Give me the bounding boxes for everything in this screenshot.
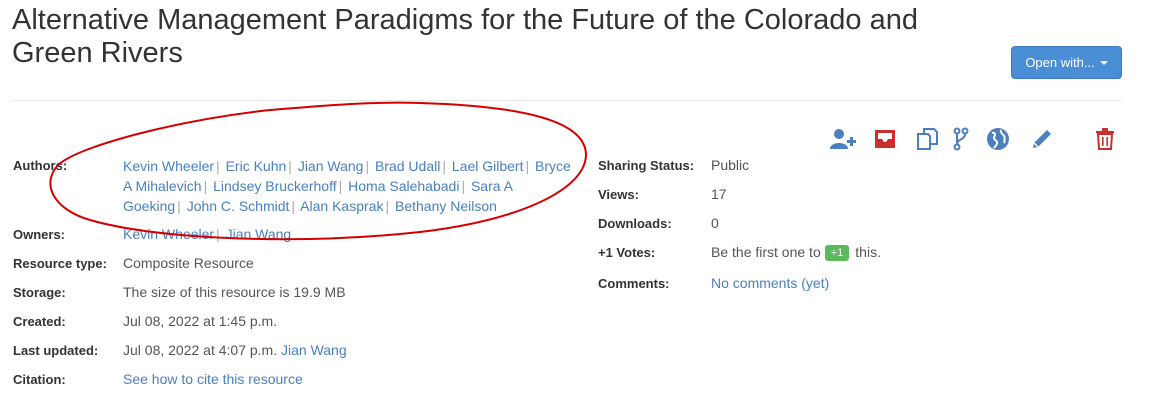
add-user-icon[interactable] bbox=[830, 126, 856, 152]
citation-link[interactable]: See how to cite this resource bbox=[123, 371, 303, 387]
comments-link[interactable]: No comments (yet) bbox=[711, 275, 829, 291]
views-label: Views: bbox=[598, 187, 639, 202]
owners-label: Owners: bbox=[13, 227, 66, 242]
last-updated-value: Jul 08, 2022 at 4:07 p.m. Jian Wang bbox=[123, 342, 347, 358]
last-updated-date: Jul 08, 2022 at 4:07 p.m. bbox=[123, 342, 278, 358]
author-link[interactable]: Jian Wang bbox=[298, 158, 364, 174]
votes-suffix: this. bbox=[855, 244, 881, 260]
author-link[interactable]: Lindsey Bruckerhoff bbox=[213, 178, 336, 194]
inbox-icon[interactable] bbox=[872, 126, 898, 152]
downloads-value: 0 bbox=[711, 215, 719, 231]
owners-list: Kevin Wheeler | Jian Wang bbox=[123, 226, 292, 242]
authors-list: Kevin Wheeler | Eric Kuhn | Jian Wang | Bra… bbox=[123, 158, 571, 214]
downloads-label: Downloads: bbox=[598, 216, 672, 231]
last-updated-label: Last updated: bbox=[13, 343, 99, 358]
owner-link[interactable]: Jian Wang bbox=[226, 226, 292, 242]
globe-icon[interactable] bbox=[985, 126, 1011, 152]
author-link[interactable]: Bethany Neilson bbox=[395, 198, 497, 214]
created-label: Created: bbox=[13, 314, 66, 329]
plus-one-button[interactable]: +1 bbox=[824, 245, 850, 262]
authors-label: Authors: bbox=[13, 158, 68, 173]
storage-label: Storage: bbox=[13, 285, 66, 300]
edit-icon[interactable] bbox=[1029, 126, 1055, 152]
page-title: Alternative Management Paradigms for the… bbox=[12, 4, 918, 69]
author-link[interactable]: Brad Udall bbox=[375, 158, 440, 174]
comments-label: Comments: bbox=[598, 276, 670, 291]
author-link[interactable]: Eric Kuhn bbox=[226, 158, 287, 174]
created-value: Jul 08, 2022 at 1:45 p.m. bbox=[123, 313, 278, 329]
resource-type-value: Composite Resource bbox=[123, 255, 254, 271]
author-link[interactable]: Lael Gilbert bbox=[452, 158, 524, 174]
resource-type-label: Resource type: bbox=[13, 256, 107, 271]
fork-icon[interactable] bbox=[948, 126, 974, 152]
divider bbox=[12, 100, 1122, 101]
votes-label: +1 Votes: bbox=[598, 245, 656, 260]
citation-label: Citation: bbox=[13, 372, 66, 387]
resource-toolbar bbox=[830, 126, 1120, 152]
storage-value: The size of this resource is 19.9 MB bbox=[123, 284, 346, 300]
open-with-button[interactable]: Open with... bbox=[1011, 46, 1122, 79]
views-value: 17 bbox=[711, 186, 727, 202]
open-with-label: Open with... bbox=[1025, 55, 1095, 70]
author-link[interactable]: Alan Kasprak bbox=[300, 198, 383, 214]
caret-down-icon bbox=[1099, 60, 1108, 65]
copy-icon[interactable] bbox=[914, 126, 940, 152]
sharing-status-label: Sharing Status: bbox=[598, 158, 695, 173]
votes-prefix: Be the first one to bbox=[711, 244, 821, 260]
last-updated-user-link[interactable]: Jian Wang bbox=[281, 342, 347, 358]
sharing-status-value: Public bbox=[711, 157, 750, 173]
owner-link[interactable]: Kevin Wheeler bbox=[123, 226, 214, 242]
author-link[interactable]: Kevin Wheeler bbox=[123, 158, 214, 174]
author-link[interactable]: Homa Salehabadi bbox=[348, 178, 459, 194]
votes-value: Be the first one to +1 this. bbox=[711, 244, 881, 262]
author-link[interactable]: John C. Schmidt bbox=[187, 198, 290, 214]
trash-icon[interactable] bbox=[1092, 126, 1118, 152]
